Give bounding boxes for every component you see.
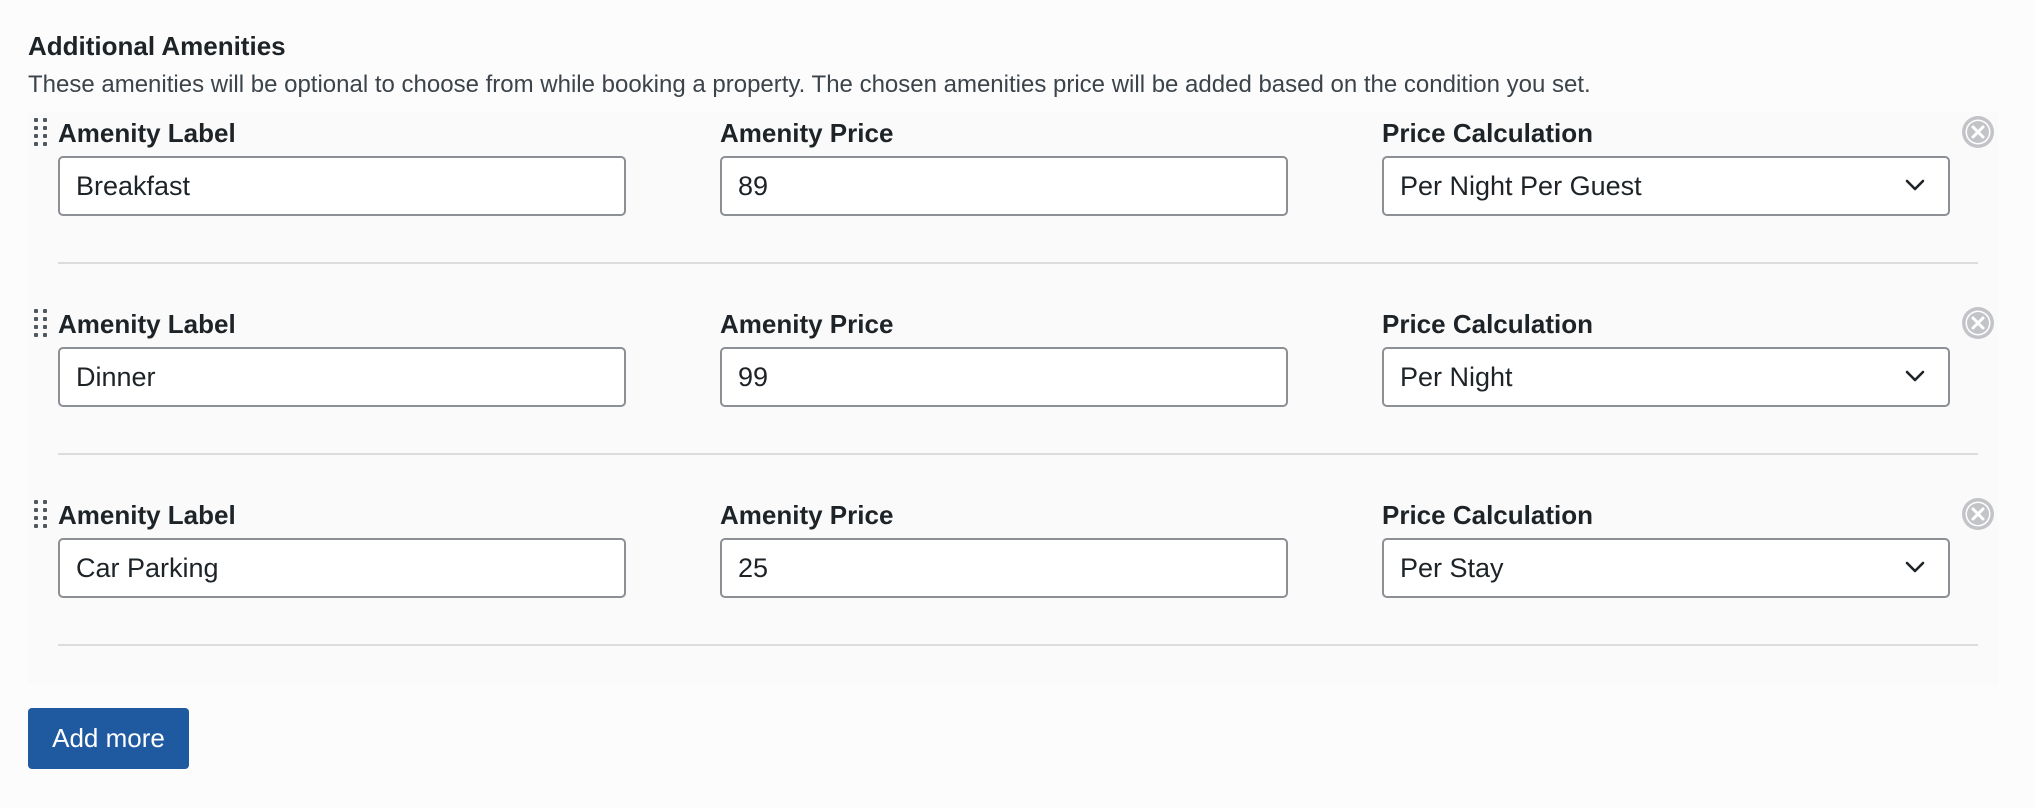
add-more-button[interactable]: Add more [28,708,189,769]
section-description: These amenities will be optional to choo… [28,71,1591,98]
price-calculation-heading: Price Calculation [1382,500,1593,530]
amenity-price-field: Amenity Price [720,112,1288,216]
amenity-price-heading: Amenity Price [720,118,894,148]
amenity-row: Amenity Label Amenity Price Price Calcul… [28,494,1998,685]
additional-amenities-section: Additional Amenities These amenities wil… [0,0,2034,808]
amenity-price-field: Amenity Price [720,303,1288,407]
remove-amenity-icon[interactable] [1961,115,1995,149]
amenity-price-input[interactable] [720,156,1288,216]
amenity-label-input[interactable] [58,156,626,216]
amenity-label-field: Amenity Label [58,494,626,598]
amenity-price-field: Amenity Price [720,494,1288,598]
amenity-price-heading: Amenity Price [720,309,894,339]
chevron-down-icon [1905,370,1925,382]
price-calculation-field: Price Calculation Per Night Per Guest [1382,112,1950,216]
drag-handle-icon[interactable] [33,500,49,532]
row-divider [58,644,1978,646]
section-title: Additional Amenities [28,31,286,61]
amenity-price-heading: Amenity Price [720,500,894,530]
price-calculation-select[interactable]: Per Night [1382,347,1950,407]
price-calculation-field: Price Calculation Per Night [1382,303,1950,407]
row-divider [58,453,1978,455]
price-calculation-select[interactable]: Per Night Per Guest [1382,156,1950,216]
amenity-label-heading: Amenity Label [58,118,236,148]
price-calculation-heading: Price Calculation [1382,118,1593,148]
amenity-label-input[interactable] [58,538,626,598]
drag-handle-icon[interactable] [33,118,49,150]
row-divider [58,262,1978,264]
price-calculation-value: Per Stay [1400,553,1504,583]
drag-handle-icon[interactable] [33,309,49,341]
price-calculation-value: Per Night [1400,362,1513,392]
amenity-label-heading: Amenity Label [58,500,236,530]
chevron-down-icon [1905,561,1925,573]
amenity-price-input[interactable] [720,538,1288,598]
remove-amenity-icon[interactable] [1961,497,1995,531]
amenity-list: Amenity Label Amenity Price Price Calcul… [28,112,1998,685]
amenity-label-field: Amenity Label [58,112,626,216]
price-calculation-value: Per Night Per Guest [1400,171,1642,201]
amenity-label-field: Amenity Label [58,303,626,407]
amenity-label-heading: Amenity Label [58,309,236,339]
price-calculation-heading: Price Calculation [1382,309,1593,339]
price-calculation-field: Price Calculation Per Stay [1382,494,1950,598]
amenity-row: Amenity Label Amenity Price Price Calcul… [28,112,1998,303]
chevron-down-icon [1905,179,1925,191]
amenity-row: Amenity Label Amenity Price Price Calcul… [28,303,1998,494]
price-calculation-select[interactable]: Per Stay [1382,538,1950,598]
amenity-label-input[interactable] [58,347,626,407]
remove-amenity-icon[interactable] [1961,306,1995,340]
amenity-price-input[interactable] [720,347,1288,407]
